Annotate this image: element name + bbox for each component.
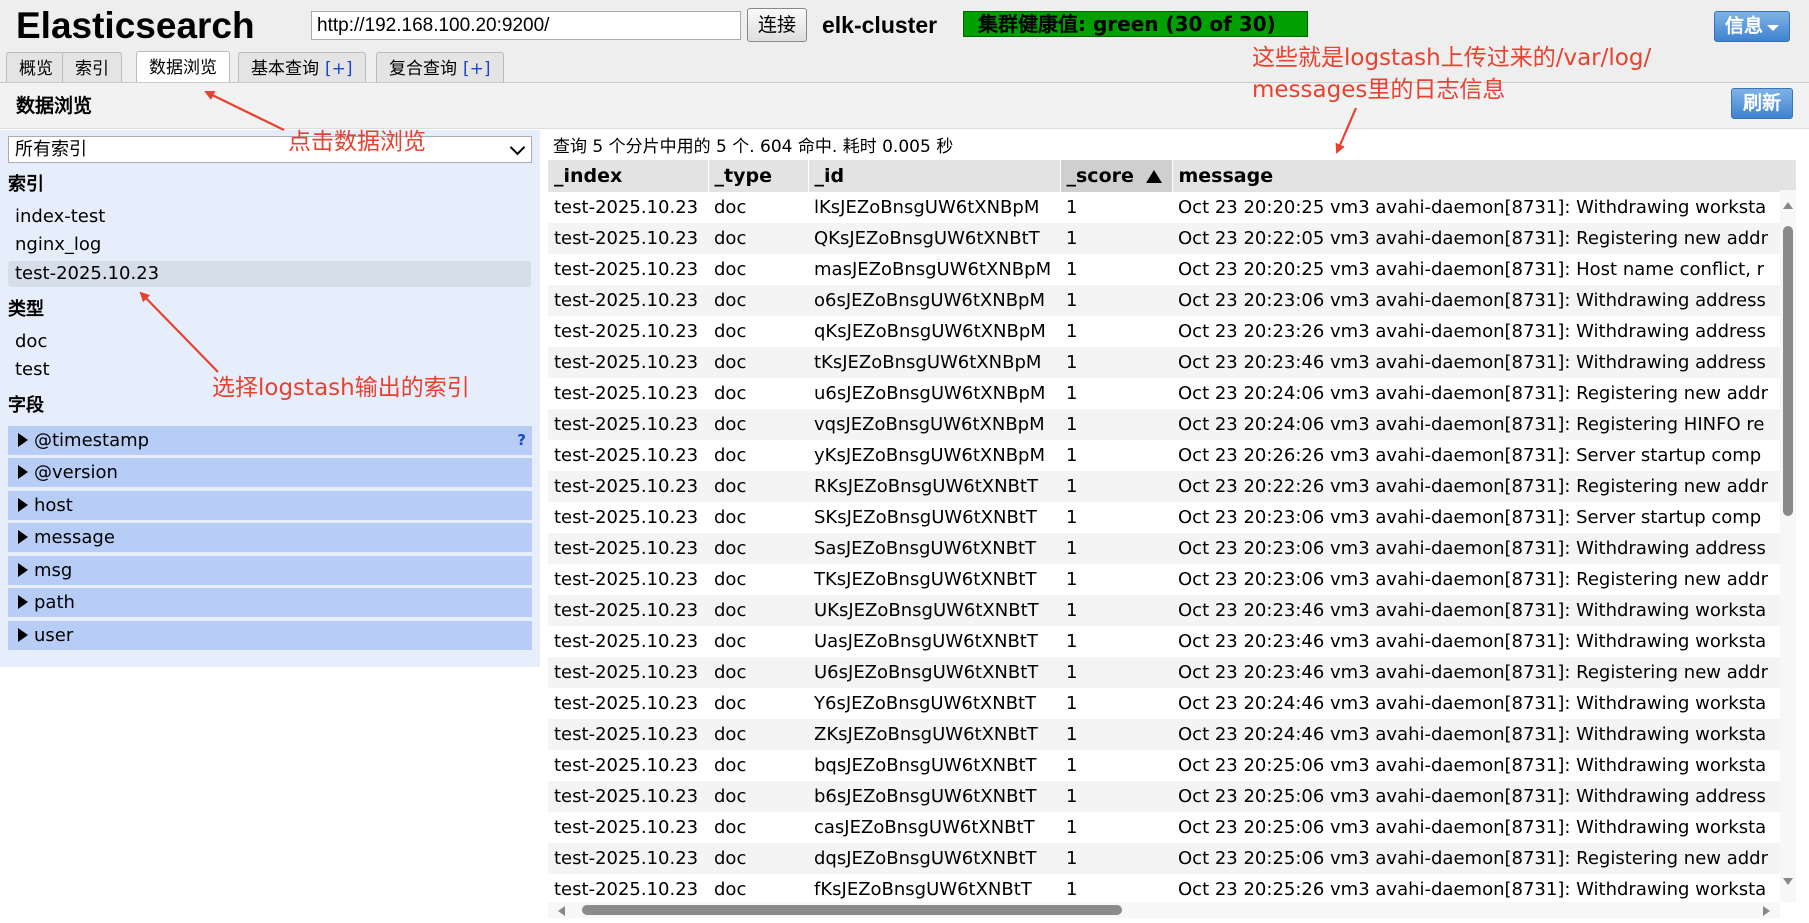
arrow-to-browse-tab [204,91,285,131]
annotation-arrows [139,91,1358,373]
arrow-to-message-column [1335,107,1358,154]
arrow-to-index-item [139,291,219,373]
